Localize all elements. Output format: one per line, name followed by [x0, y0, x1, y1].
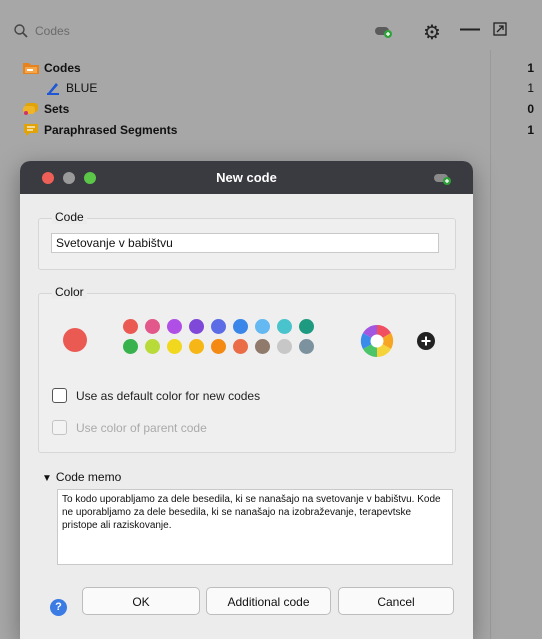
color-swatch[interactable] [145, 339, 160, 354]
color-swatch[interactable] [299, 319, 314, 334]
color-swatch[interactable] [123, 319, 138, 334]
color-swatch[interactable] [211, 339, 226, 354]
color-swatch[interactable] [277, 339, 292, 354]
add-code-icon [434, 174, 451, 185]
tree-row-label: Sets [44, 102, 70, 116]
color-swatch[interactable] [233, 339, 248, 354]
dialog-titlebar[interactable]: New code [20, 161, 473, 194]
color-group-label: Color [52, 285, 87, 299]
color-swatch[interactable] [145, 319, 160, 334]
dialog-title: New code [216, 170, 277, 185]
color-swatch[interactable] [167, 319, 182, 334]
codes-toolbar: Codes ⚙ — [0, 10, 542, 50]
tree-row-count: 1 [527, 123, 534, 137]
tree-row-count: 1 [527, 61, 534, 75]
tree-row-blue[interactable]: BLUE 1 [0, 78, 542, 98]
color-group: Color Use as default color for new codes… [38, 285, 456, 453]
chevron-down-icon: ▼ [42, 473, 52, 484]
codes-folder-icon [23, 63, 39, 74]
search-input[interactable]: Codes [35, 24, 70, 38]
color-swatch[interactable] [123, 339, 138, 354]
default-color-checkbox[interactable] [52, 388, 67, 403]
parent-color-label: Use color of parent code [76, 421, 207, 435]
tree-row-sets[interactable]: Sets 0 [0, 99, 542, 119]
default-color-label: Use as default color for new codes [76, 389, 261, 403]
search-icon[interactable] [14, 24, 28, 38]
tree-row-label: Paraphrased Segments [44, 123, 178, 137]
new-code-dialog: New code Code Svetovanje v babištvu Colo… [20, 161, 473, 639]
cancel-button[interactable]: Cancel [338, 587, 454, 615]
color-swatch[interactable] [167, 339, 182, 354]
tree-row-label: BLUE [66, 81, 98, 95]
additional-code-button[interactable]: Additional code [206, 587, 331, 615]
add-code-icon[interactable] [375, 26, 393, 38]
parent-color-checkbox[interactable] [52, 420, 67, 435]
color-swatch[interactable] [255, 339, 270, 354]
code-group-label: Code [52, 210, 87, 224]
pen-icon [47, 83, 59, 95]
paraphrase-icon [24, 124, 38, 136]
tree-row-codes[interactable]: Codes 1 [0, 58, 542, 78]
tree-row-count: 0 [527, 102, 534, 116]
color-swatch[interactable] [299, 339, 314, 354]
code-name-input[interactable]: Svetovanje v babištvu [51, 233, 439, 253]
gear-icon[interactable]: ⚙ [423, 20, 441, 45]
tree-row-paraphrased[interactable]: Paraphrased Segments 1 [0, 120, 542, 140]
color-swatch[interactable] [277, 319, 292, 334]
color-swatch[interactable] [233, 319, 248, 334]
current-color-swatch [63, 328, 87, 352]
code-memo-toggle[interactable]: ▼ Code memo [42, 470, 121, 484]
color-swatch[interactable] [255, 319, 270, 334]
tree-row-label: Codes [44, 61, 81, 75]
minimize-icon[interactable]: — [460, 18, 480, 41]
help-icon[interactable]: ? [50, 599, 67, 616]
color-swatch[interactable] [189, 319, 204, 334]
sets-icon [23, 103, 38, 115]
column-divider [490, 50, 491, 639]
color-swatch[interactable] [189, 339, 204, 354]
color-wheel-icon[interactable] [360, 324, 394, 358]
tree-row-count: 1 [527, 81, 534, 95]
color-swatch[interactable] [211, 319, 226, 334]
add-color-icon[interactable] [416, 331, 436, 351]
expand-window-icon[interactable] [493, 22, 507, 36]
ok-button[interactable]: OK [82, 587, 200, 615]
code-memo-textarea[interactable]: To kodo uporabljamo za dele besedila, ki… [57, 489, 453, 565]
code-group: Code Svetovanje v babištvu [38, 210, 456, 270]
code-memo-label: Code memo [55, 470, 122, 484]
